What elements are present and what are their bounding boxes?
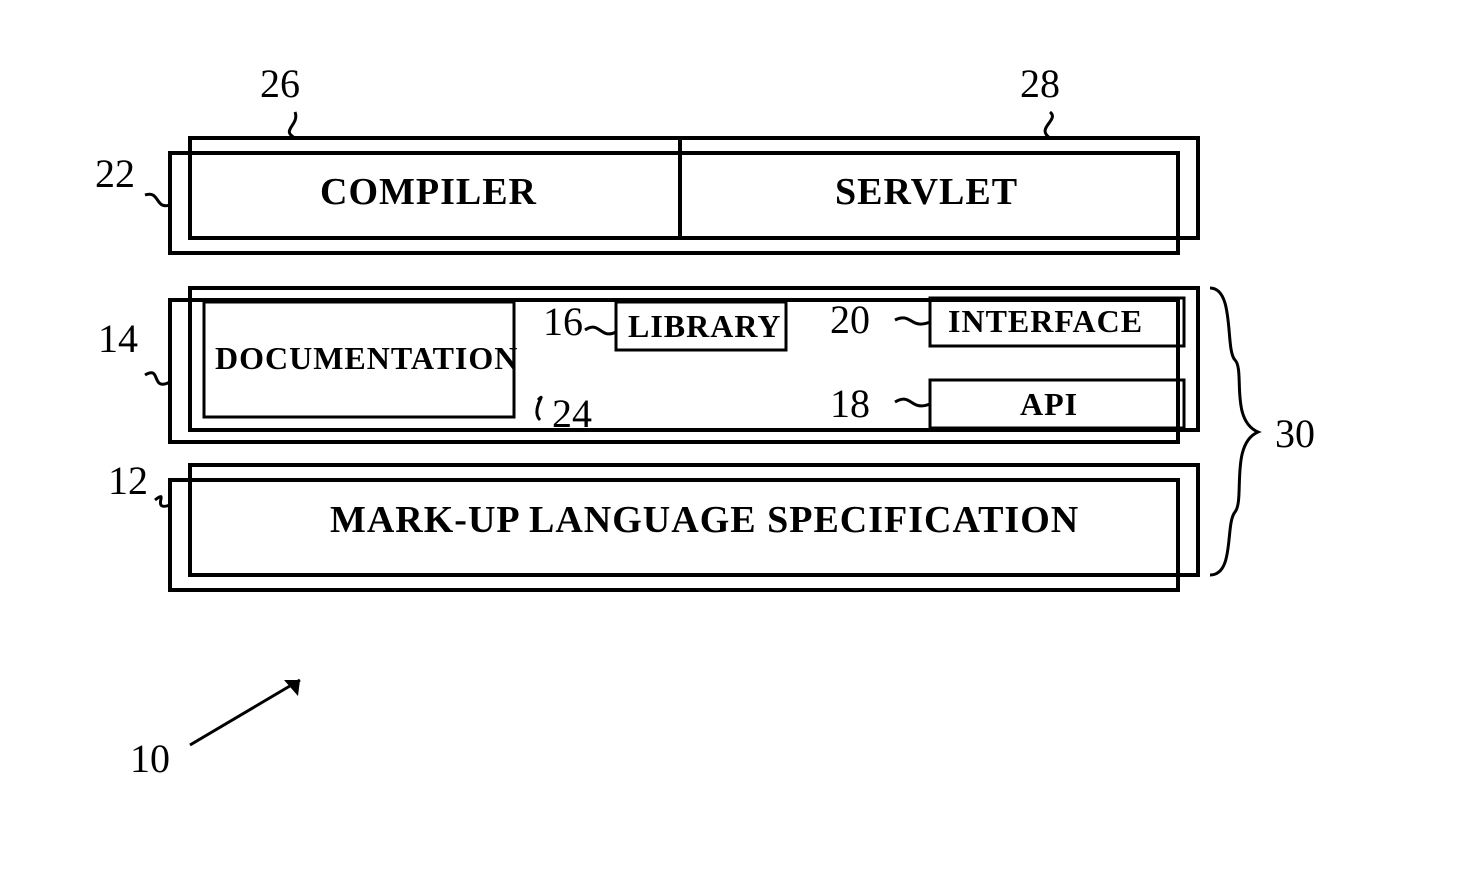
label-22: 22: [95, 150, 135, 197]
box-markup: MARK-UP LANGUAGE SPECIFICATION: [330, 498, 1079, 542]
box-library: LIBRARY: [628, 308, 781, 345]
box-servlet: SERVLET: [835, 170, 1018, 214]
box-documentation: DOCUMENTATION: [215, 340, 518, 377]
label-18: 18: [830, 380, 870, 427]
label-20: 20: [830, 296, 870, 343]
label-10: 10: [130, 735, 170, 782]
box-api: API: [1020, 386, 1078, 423]
label-30: 30: [1275, 410, 1315, 457]
label-24: 24: [552, 390, 592, 437]
diagram-svg: .thick { stroke:#000; stroke-width:4; fi…: [0, 0, 1462, 864]
label-26: 26: [260, 60, 300, 107]
label-14: 14: [98, 315, 138, 362]
label-16: 16: [543, 298, 583, 345]
label-28: 28: [1020, 60, 1060, 107]
diagram-canvas: .thick { stroke:#000; stroke-width:4; fi…: [0, 0, 1462, 864]
box-interface: INTERFACE: [948, 303, 1143, 340]
label-12: 12: [108, 457, 148, 504]
box-compiler: COMPILER: [320, 170, 537, 214]
